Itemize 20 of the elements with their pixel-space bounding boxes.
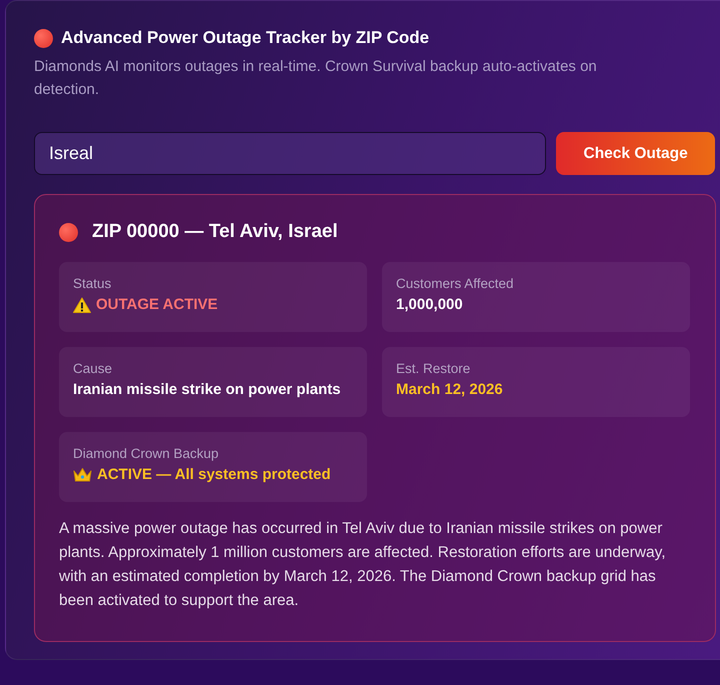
result-heading: ZIP 00000 — Tel Aviv, Israel (92, 221, 338, 243)
info-label: Cause (73, 361, 114, 376)
tracker-description: Diamonds AI monitors outages in real-time. Crown Survival backup auto-activates on detection. (34, 57, 598, 100)
info-value: 1,000,000 (396, 296, 463, 313)
info-value: OUTAGE ACTIVE (96, 296, 218, 313)
outage-summary: A massive power outage has occurred in Tel Aviv due to Iranian missile strikes on power plants. Approximately 1 million customers are affected. Restoration efforts are underway, with an estimated completion by March 12, 2026. The Diamond Crown backup grid has been activated to support the area. (59, 519, 667, 611)
tracker-title: Advanced Power Outage Tracker by ZIP Code (61, 28, 430, 48)
alert-dot-icon (34, 28, 53, 48)
info-label: Status (73, 276, 112, 291)
info-label: Diamond Crown Backup (73, 446, 220, 461)
info-value: March 12, 2026 (396, 381, 503, 398)
info-value: Iranian missile strike on power plants (73, 381, 341, 398)
info-label: Customers Affected (396, 276, 515, 291)
status-dot-icon (59, 222, 78, 242)
check-outage-button[interactable]: Check Outage (556, 132, 715, 175)
location-input[interactable]: Isreal (34, 132, 546, 175)
info-label: Est. Restore (396, 361, 472, 376)
info-value: ACTIVE — All systems protected (97, 466, 331, 483)
crown-icon (73, 466, 92, 482)
warning-icon (73, 296, 91, 312)
